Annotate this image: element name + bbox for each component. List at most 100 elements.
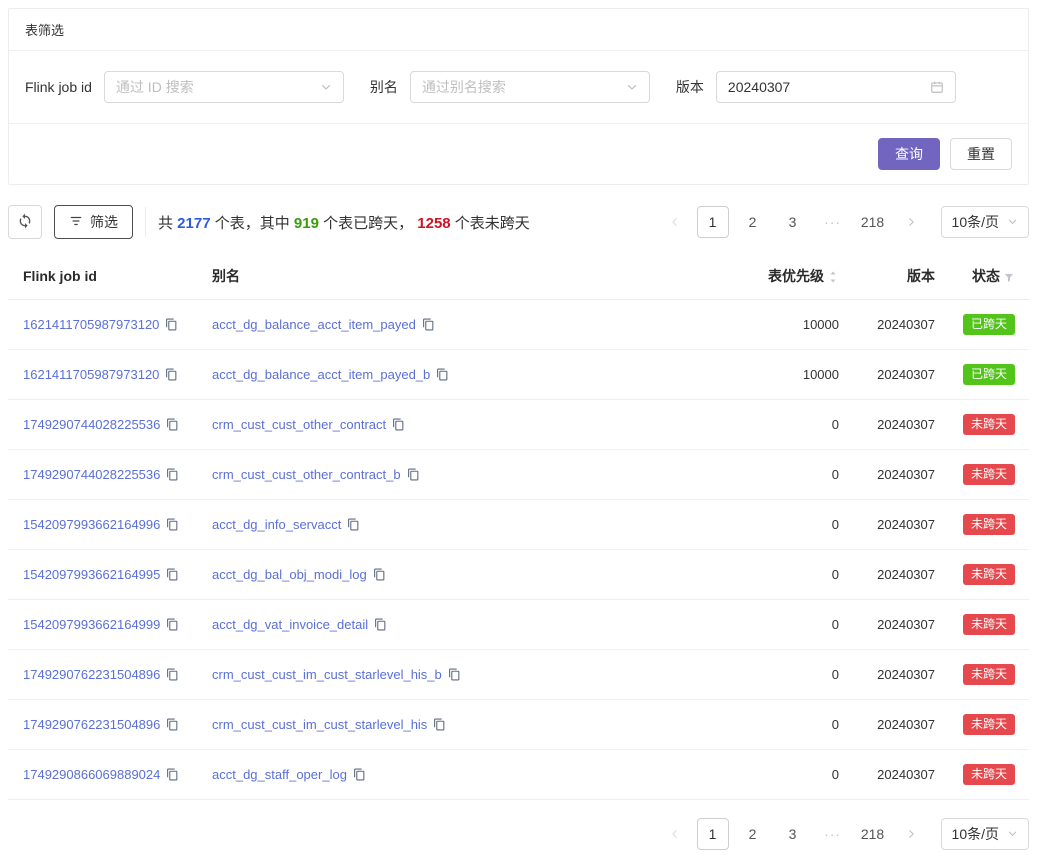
version-cell: 20240307 xyxy=(847,400,943,450)
page-item[interactable]: 1 xyxy=(697,818,729,850)
query-button[interactable]: 查询 xyxy=(878,138,940,170)
copy-icon[interactable] xyxy=(166,768,179,781)
flink-job-id-link[interactable]: 1749290744028225536 xyxy=(23,417,160,432)
header-version: 版本 xyxy=(847,253,943,300)
page-item[interactable]: 2 xyxy=(737,206,769,238)
alias-link[interactable]: acct_dg_balance_acct_item_payed xyxy=(212,317,416,332)
status-cell: 已跨天 xyxy=(943,300,1029,350)
status-badge: 未跨天 xyxy=(963,514,1015,535)
filter-actions: 查询 重置 xyxy=(9,123,1028,184)
alias-link[interactable]: acct_dg_info_servacct xyxy=(212,517,341,532)
priority-cell: 0 xyxy=(727,400,847,450)
status-cell: 未跨天 xyxy=(943,750,1029,800)
copy-icon[interactable] xyxy=(347,518,360,531)
flink-job-id-link[interactable]: 1542097993662164995 xyxy=(23,567,160,582)
copy-icon[interactable] xyxy=(165,318,178,331)
next-page-icon[interactable] xyxy=(897,206,925,238)
copy-icon[interactable] xyxy=(166,518,179,531)
copy-icon[interactable] xyxy=(353,768,366,781)
alias-link[interactable]: crm_cust_cust_im_cust_starlevel_his_b xyxy=(212,667,442,682)
copy-icon[interactable] xyxy=(448,668,461,681)
filter-toggle-button[interactable]: 筛选 xyxy=(54,205,133,239)
status-cell: 已跨天 xyxy=(943,350,1029,400)
version-cell: 20240307 xyxy=(847,550,943,600)
version-date-input[interactable]: 20240307 xyxy=(716,71,956,103)
alias-link[interactable]: acct_dg_staff_oper_log xyxy=(212,767,347,782)
version-cell: 20240307 xyxy=(847,500,943,550)
flink-job-id-select[interactable]: 通过 ID 搜索 xyxy=(104,71,344,103)
sort-icon[interactable] xyxy=(827,270,839,284)
page-item[interactable]: ··· xyxy=(817,206,849,238)
priority-cell: 10000 xyxy=(727,350,847,400)
alias-link[interactable]: crm_cust_cust_other_contract_b xyxy=(212,467,401,482)
table-row: 1749290762231504896 crm_cust_cust_im_cus… xyxy=(8,700,1029,750)
toolbar-pagination-area: 123···218 10条/页 xyxy=(661,206,1029,238)
filter-funnel-icon[interactable] xyxy=(1003,272,1015,284)
copy-icon[interactable] xyxy=(433,718,446,731)
uncrossed-count: 1258 xyxy=(417,215,450,232)
flink-job-id-link[interactable]: 1542097993662164996 xyxy=(23,517,160,532)
filter-card: 表筛选 Flink job id 通过 ID 搜索 别名 通过别名搜索 xyxy=(8,8,1029,185)
alias-link[interactable]: crm_cust_cust_other_contract xyxy=(212,417,386,432)
page-item[interactable]: 218 xyxy=(857,206,889,238)
alias-link[interactable]: acct_dg_balance_acct_item_payed_b xyxy=(212,367,430,382)
page-size-select[interactable]: 10条/页 xyxy=(941,206,1029,238)
table-row: 1621411705987973120 acct_dg_balance_acct… xyxy=(8,300,1029,350)
version-label: 版本 xyxy=(676,77,704,97)
flink-job-id-link[interactable]: 1749290762231504896 xyxy=(23,717,160,732)
flink-job-id-link[interactable]: 1542097993662164999 xyxy=(23,617,160,632)
version-cell: 20240307 xyxy=(847,300,943,350)
page-item[interactable]: 2 xyxy=(737,818,769,850)
copy-icon[interactable] xyxy=(392,418,405,431)
version-field: 版本 20240307 xyxy=(676,71,956,103)
alias-field: 别名 通过别名搜索 xyxy=(370,71,650,103)
bottom-pagination-area: 123···218 10条/页 xyxy=(8,818,1029,850)
table-header-row: Flink job id 别名 表优先级 版本 状态 xyxy=(8,253,1029,300)
refresh-button[interactable] xyxy=(8,205,42,239)
flink-job-id-link[interactable]: 1621411705987973120 xyxy=(23,367,159,382)
page-item[interactable]: 1 xyxy=(697,206,729,238)
copy-icon[interactable] xyxy=(436,368,449,381)
prev-page-icon[interactable] xyxy=(661,818,689,850)
alias-link[interactable]: acct_dg_bal_obj_modi_log xyxy=(212,567,367,582)
page-item[interactable]: 218 xyxy=(857,818,889,850)
page-size-select[interactable]: 10条/页 xyxy=(941,818,1029,850)
alias-link[interactable]: acct_dg_vat_invoice_detail xyxy=(212,617,368,632)
prev-page-icon[interactable] xyxy=(661,206,689,238)
flink-job-id-link[interactable]: 1749290744028225536 xyxy=(23,467,160,482)
total-count: 2177 xyxy=(177,215,210,232)
priority-cell: 0 xyxy=(727,700,847,750)
copy-icon[interactable] xyxy=(166,568,179,581)
header-priority[interactable]: 表优先级 xyxy=(727,253,847,300)
page-item[interactable]: ··· xyxy=(817,818,849,850)
copy-icon[interactable] xyxy=(166,418,179,431)
page-item[interactable]: 3 xyxy=(777,818,809,850)
page-size-value: 10条/页 xyxy=(952,212,999,232)
copy-icon[interactable] xyxy=(374,618,387,631)
alias-select[interactable]: 通过别名搜索 xyxy=(410,71,650,103)
flink-job-id-field: Flink job id 通过 ID 搜索 xyxy=(25,71,344,103)
copy-icon[interactable] xyxy=(373,568,386,581)
status-badge: 未跨天 xyxy=(963,564,1015,585)
header-status-label: 状态 xyxy=(972,268,1000,284)
header-flink-job-id: Flink job id xyxy=(8,253,204,300)
page-item[interactable]: 3 xyxy=(777,206,809,238)
next-page-icon[interactable] xyxy=(897,818,925,850)
copy-icon[interactable] xyxy=(166,618,179,631)
copy-icon[interactable] xyxy=(407,468,420,481)
copy-icon[interactable] xyxy=(422,318,435,331)
copy-icon[interactable] xyxy=(166,668,179,681)
copy-icon[interactable] xyxy=(166,468,179,481)
flink-job-id-link[interactable]: 1749290762231504896 xyxy=(23,667,160,682)
alias-link[interactable]: crm_cust_cust_im_cust_starlevel_his xyxy=(212,717,427,732)
header-status[interactable]: 状态 xyxy=(943,253,1029,300)
reset-button[interactable]: 重置 xyxy=(950,138,1012,170)
version-cell: 20240307 xyxy=(847,600,943,650)
copy-icon[interactable] xyxy=(165,368,178,381)
status-cell: 未跨天 xyxy=(943,450,1029,500)
flink-job-id-link[interactable]: 1621411705987973120 xyxy=(23,317,159,332)
flink-job-id-link[interactable]: 1749290866069889024 xyxy=(23,767,160,782)
copy-icon[interactable] xyxy=(166,718,179,731)
version-cell: 20240307 xyxy=(847,650,943,700)
calendar-icon xyxy=(930,80,944,94)
